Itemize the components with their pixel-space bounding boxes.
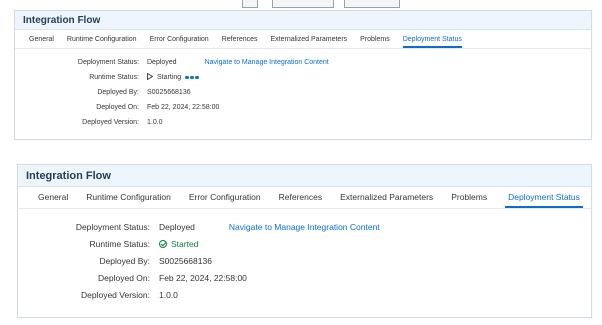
- panel-title: Integration Flow: [23, 14, 101, 26]
- panel-header: Integration Flow: [18, 165, 591, 187]
- deployed-on-row: Deployed On: Feb 22, 2024, 22:58:00: [15, 100, 591, 115]
- runtime-status-label: Runtime Status:: [89, 74, 139, 81]
- busy-indicator: [185, 75, 199, 80]
- panel-title: Integration Flow: [26, 169, 111, 182]
- panel-header: Integration Flow: [15, 11, 591, 30]
- deployed-by-row: Deployed By: S0025668136: [18, 252, 591, 269]
- tab-externalized-parameters[interactable]: Externalized Parameters: [271, 36, 348, 48]
- tab-general[interactable]: General: [29, 36, 54, 48]
- tab-runtime-configuration[interactable]: Runtime Configuration: [86, 192, 171, 208]
- tab-error-configuration[interactable]: Error Configuration: [150, 36, 209, 48]
- integration-flow-panel-started: Integration Flow General Runtime Configu…: [17, 164, 592, 318]
- navigate-manage-content-link[interactable]: Navigate to Manage Integration Content: [229, 222, 380, 232]
- deployed-on-label: Deployed On:: [96, 104, 139, 111]
- deployment-status-label: Deployment Status:: [75, 221, 150, 232]
- runtime-status-value-wrap: Starting: [147, 72, 199, 82]
- toolbar-fragment-a: [272, 0, 334, 8]
- deployed-on-label: Deployed On:: [98, 272, 150, 283]
- deployed-by-label: Deployed By:: [97, 89, 139, 96]
- runtime-status-label: Runtime Status:: [89, 238, 150, 249]
- cropped-toolbar-fragment: [14, 0, 592, 10]
- runtime-status-row: Runtime Status: Started: [18, 235, 591, 252]
- tab-problems[interactable]: Problems: [360, 36, 390, 48]
- tab-externalized-parameters[interactable]: Externalized Parameters: [340, 192, 433, 208]
- play-icon: [147, 72, 154, 82]
- tab-runtime-configuration[interactable]: Runtime Configuration: [67, 36, 137, 48]
- deployed-by-value: S0025668136: [147, 89, 191, 96]
- deployed-version-label: Deployed Version:: [81, 289, 150, 300]
- runtime-status-value: Started: [171, 238, 199, 249]
- runtime-status-value: Starting: [157, 74, 182, 81]
- deployed-version-row: Deployed Version: 1.0.0: [18, 286, 591, 303]
- tab-references[interactable]: References: [279, 192, 322, 208]
- tab-problems[interactable]: Problems: [451, 192, 487, 208]
- deployment-status-value: Deployed: [147, 59, 177, 66]
- runtime-status-value-wrap: Started: [159, 239, 198, 249]
- deployment-status-row: Deployment Status: Deployed Navigate to …: [18, 218, 591, 235]
- tab-deployment-status[interactable]: Deployment Status: [402, 36, 462, 48]
- deployed-on-value: Feb 22, 2024, 22:58:00: [147, 104, 220, 111]
- deployed-on-value: Feb 22, 2024, 22:58:00: [159, 272, 247, 283]
- tab-bar: General Runtime Configuration Error Conf…: [15, 30, 591, 49]
- deployment-status-label: Deployment Status:: [77, 59, 139, 66]
- toolbar-fragment-b: [344, 0, 400, 8]
- tab-bar: General Runtime Configuration Error Conf…: [18, 187, 591, 209]
- navigate-manage-content-link[interactable]: Navigate to Manage Integration Content: [205, 59, 329, 66]
- tab-references[interactable]: References: [222, 36, 258, 48]
- deployment-status-value: Deployed: [159, 221, 195, 232]
- deployment-details: Deployment Status: Deployed Navigate to …: [18, 209, 591, 303]
- runtime-status-row: Runtime Status: Starting: [15, 70, 591, 85]
- deployed-version-label: Deployed Version:: [82, 119, 139, 126]
- deployed-version-value: 1.0.0: [159, 289, 178, 300]
- deployment-details: Deployment Status: Deployed Navigate to …: [15, 49, 591, 130]
- deployment-status-row: Deployment Status: Deployed Navigate to …: [15, 55, 591, 70]
- deployed-version-value: 1.0.0: [147, 119, 163, 126]
- integration-flow-panel-starting: Integration Flow General Runtime Configu…: [14, 10, 592, 140]
- deployed-by-label: Deployed By:: [99, 255, 150, 266]
- tab-deployment-status[interactable]: Deployment Status: [505, 192, 583, 208]
- deployed-by-row: Deployed By: S0025668136: [15, 85, 591, 100]
- tab-error-configuration[interactable]: Error Configuration: [189, 192, 261, 208]
- deployed-version-row: Deployed Version: 1.0.0: [15, 115, 591, 130]
- tab-general[interactable]: General: [38, 192, 68, 208]
- toolbar-fragment-icon: [242, 0, 258, 8]
- deployed-by-value: S0025668136: [159, 255, 212, 266]
- check-circle-icon: [159, 239, 167, 248]
- deployed-on-row: Deployed On: Feb 22, 2024, 22:58:00: [18, 269, 591, 286]
